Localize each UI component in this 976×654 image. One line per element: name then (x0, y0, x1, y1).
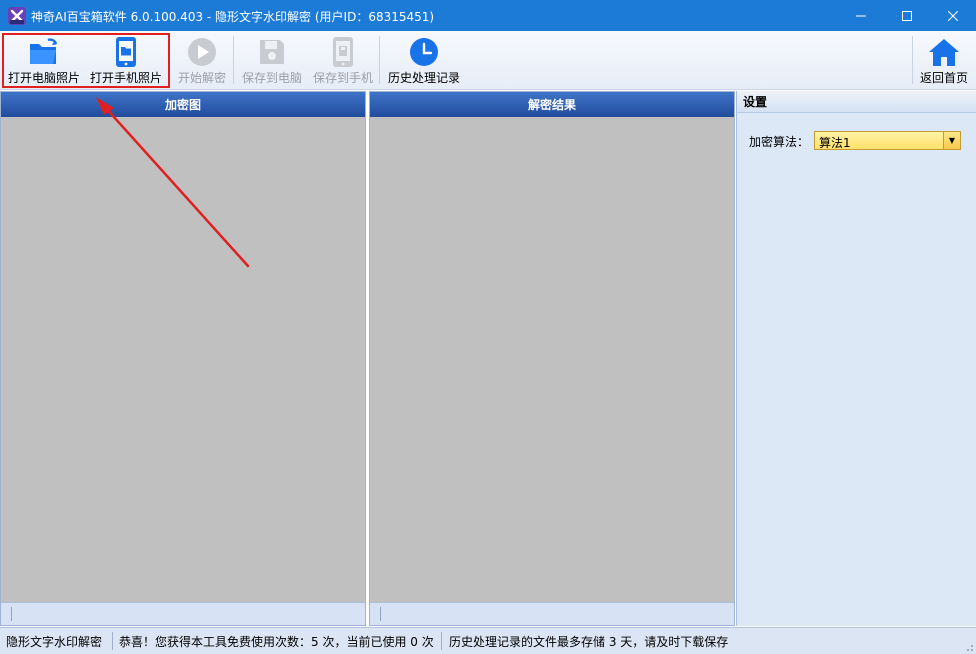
save-to-phone-label: 保存到手机 (312, 71, 373, 85)
status-usage: 恭喜！您获得本工具免费使用次数：5 次，当前已使用 0 次 (119, 635, 434, 649)
close-button[interactable] (930, 0, 976, 31)
encrypted-image-header: 加密图 (1, 92, 365, 117)
status-divider (441, 632, 442, 650)
scrollbar-thumb[interactable] (380, 607, 381, 621)
start-decrypt-label: 开始解密 (177, 71, 226, 85)
algorithm-select-value: 算法1 (819, 136, 851, 150)
resize-grip-icon[interactable] (964, 642, 974, 652)
toolbar-separator (912, 36, 913, 84)
settings-panel: 设置 加密算法： 算法1 ▼ (736, 91, 976, 626)
status-retention: 历史处理记录的文件最多存储 3 天，请及时下载保存 (449, 635, 729, 649)
home-label: 返回首页 (919, 71, 968, 85)
status-bar: 隐形文字水印解密 恭喜！您获得本工具免费使用次数：5 次，当前已使用 0 次 历… (0, 627, 976, 654)
status-divider (112, 632, 113, 650)
chevron-down-icon[interactable]: ▼ (943, 132, 960, 149)
result-horizontal-scrollbar[interactable] (370, 602, 734, 625)
history-button[interactable]: 历史处理记录 (384, 31, 464, 89)
toolbar-separator (233, 36, 234, 84)
toolbar-separator (379, 36, 380, 84)
save-to-pc-button[interactable]: 保存到电脑 (238, 31, 306, 89)
home-button[interactable]: 返回首页 (916, 31, 972, 89)
title-bar: 神奇AI百宝箱软件 6.0.100.403 - 隐形文字水印解密 (用户ID：6… (0, 0, 976, 31)
minimize-button[interactable] (838, 0, 884, 31)
floppy-disk-icon (256, 37, 288, 67)
home-icon (928, 37, 960, 67)
phone-save-icon (327, 37, 359, 67)
algorithm-select[interactable]: 算法1 ▼ (814, 131, 961, 150)
save-to-pc-label: 保存到电脑 (241, 71, 302, 85)
app-logo-icon (8, 7, 26, 25)
play-icon (186, 37, 218, 67)
start-decrypt-button[interactable]: 开始解密 (174, 31, 230, 89)
history-label: 历史处理记录 (387, 71, 460, 85)
decrypt-result-header: 解密结果 (370, 92, 734, 117)
algorithm-label: 加密算法： (749, 135, 810, 149)
settings-header: 设置 (737, 91, 976, 113)
encrypted-horizontal-scrollbar[interactable] (1, 602, 365, 625)
decrypt-result-panel: 解密结果 (369, 91, 735, 626)
window-title: 神奇AI百宝箱软件 6.0.100.403 - 隐形文字水印解密 (用户ID：6… (31, 10, 435, 24)
scrollbar-thumb[interactable] (11, 607, 12, 621)
maximize-button[interactable] (884, 0, 930, 31)
annotation-highlight-box (2, 33, 170, 88)
status-mode: 隐形文字水印解密 (6, 635, 103, 649)
encrypted-image-panel: 加密图 (0, 91, 366, 626)
clock-icon (408, 37, 440, 67)
save-to-phone-button[interactable]: 保存到手机 (310, 31, 376, 89)
